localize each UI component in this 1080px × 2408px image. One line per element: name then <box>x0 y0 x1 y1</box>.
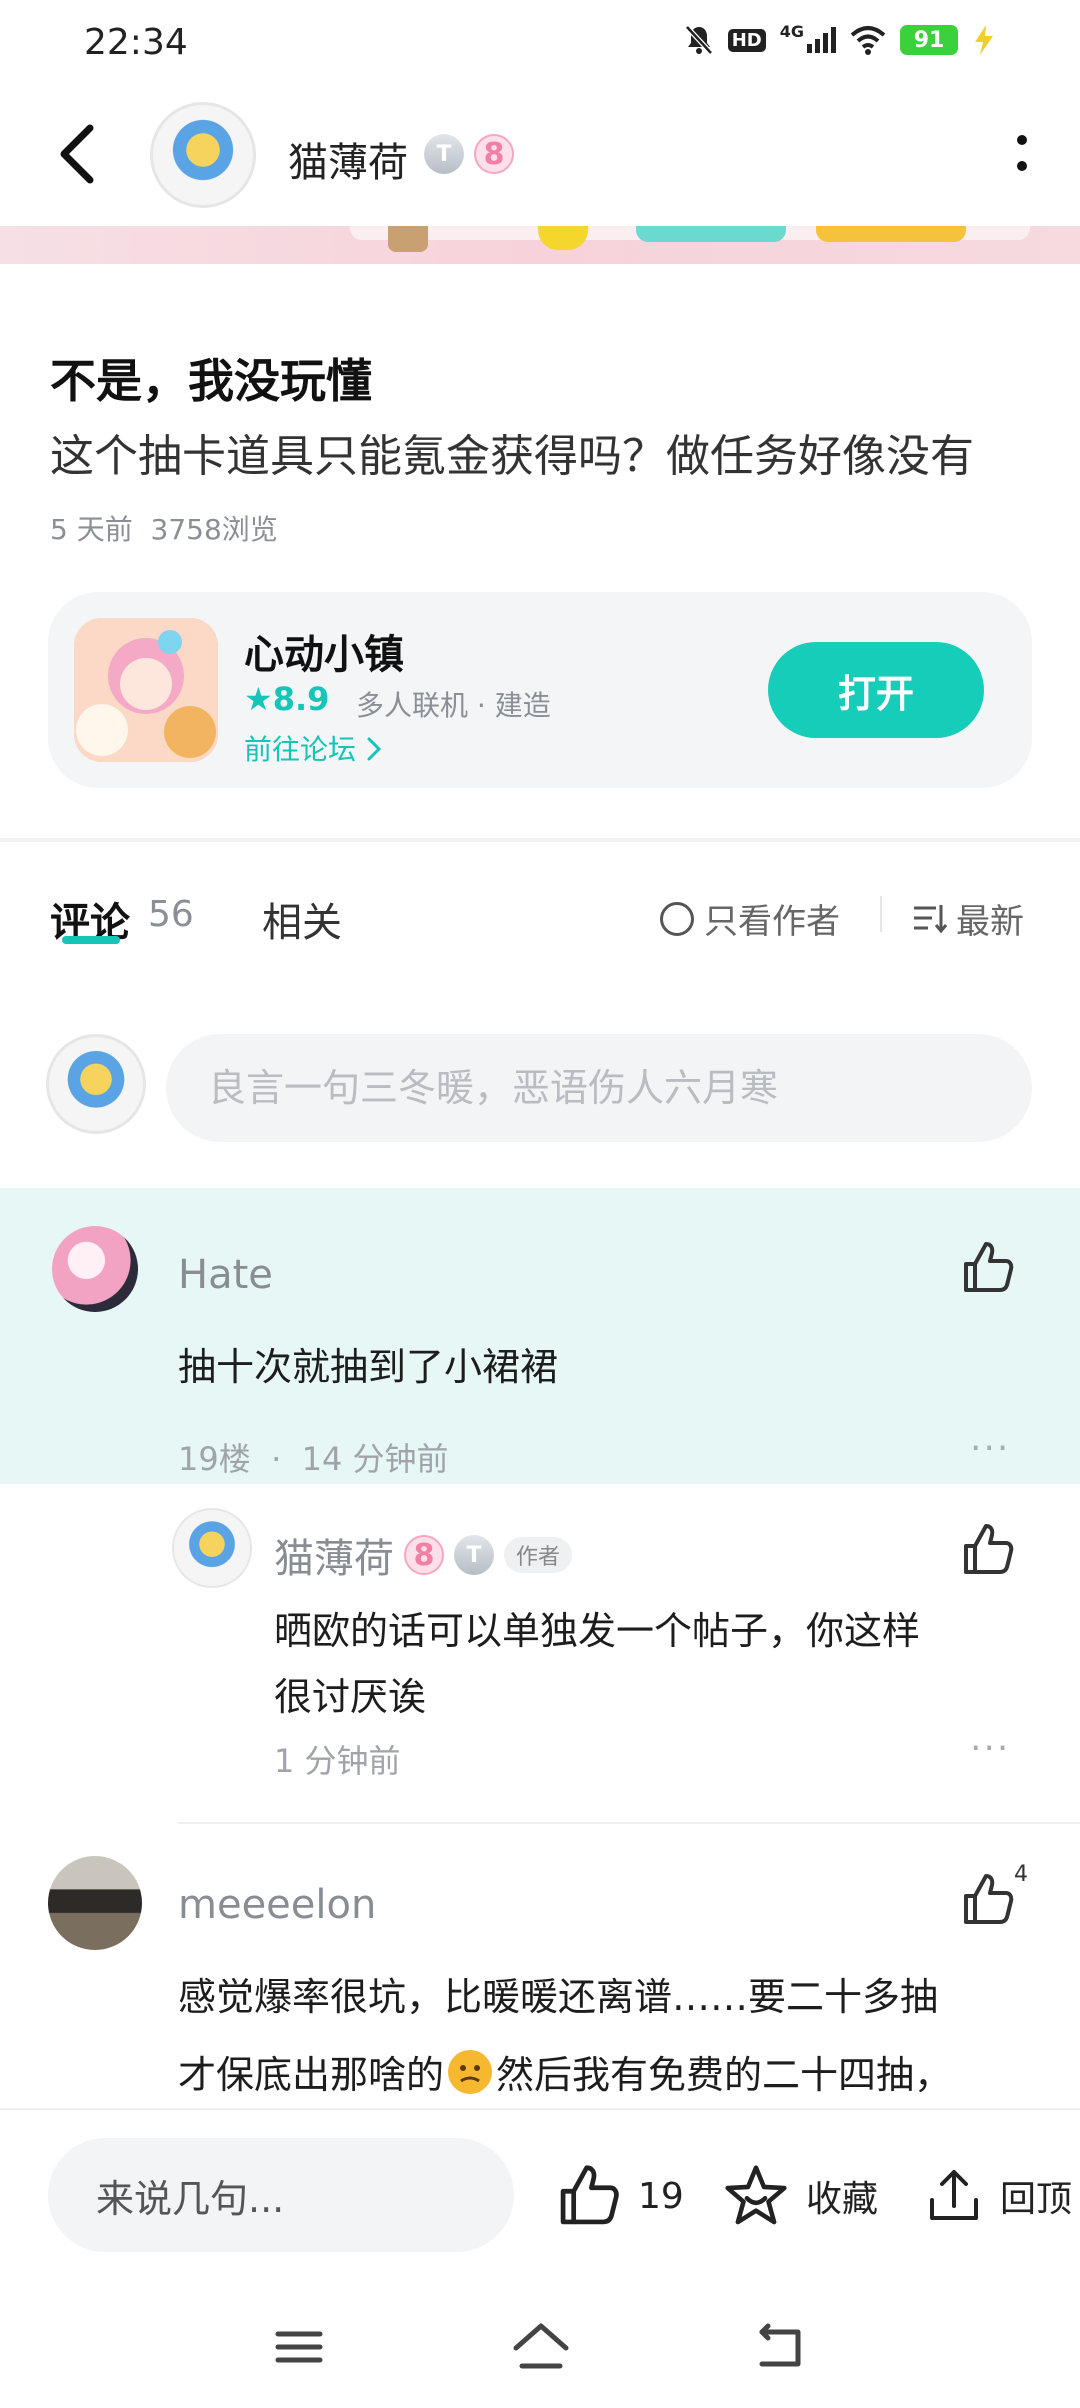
like-count: 4 <box>1014 1862 1028 1887</box>
star-icon: ★ <box>244 680 273 718</box>
app-rating: ★8.9 <box>244 680 330 718</box>
nav-back-button[interactable] <box>746 2312 816 2382</box>
app-name[interactable]: 心动小镇 <box>244 622 404 680</box>
chevron-right-icon <box>365 733 383 766</box>
post-title: 不是，我没玩懂 <box>50 354 372 408</box>
thumbs-up-icon <box>964 1874 1014 1924</box>
status-icons: HD 4G 91 <box>684 22 996 58</box>
section-divider <box>0 838 1080 842</box>
t-badge: T <box>424 134 464 174</box>
angry-emoji-icon <box>448 2049 493 2094</box>
more-vertical-icon <box>1017 135 1027 171</box>
back-to-top-button[interactable]: 回顶 <box>924 2156 1072 2236</box>
comment-text: 抽十次就抽到了小裙裙 <box>178 1345 559 1389</box>
like-button[interactable] <box>960 1240 1016 1296</box>
bottom-comment-input[interactable]: 来说几句... <box>48 2138 514 2252</box>
app-tags: 多人联机 · 建造 <box>356 689 551 722</box>
author-badges: T 8 <box>424 134 514 174</box>
thumbs-up-icon <box>964 1524 1014 1574</box>
post-time: 5 天前 <box>50 513 133 546</box>
bottom-divider <box>0 2108 1080 2110</box>
comment-input[interactable] <box>166 1034 1032 1142</box>
banner-strip <box>0 226 1080 264</box>
nav-menu-button[interactable] <box>264 2312 334 2382</box>
reply-more-button[interactable]: ··· <box>970 1728 1010 1769</box>
author-avatar[interactable] <box>150 102 256 208</box>
reply-text-line-2: 很讨厌诶 <box>274 1675 427 1719</box>
charging-icon <box>972 22 996 58</box>
reply-author-avatar[interactable] <box>172 1508 252 1588</box>
menu-icon <box>275 2331 323 2363</box>
home-icon <box>513 2323 569 2369</box>
tab-separator <box>880 896 882 932</box>
commenter-avatar[interactable] <box>48 1856 142 1950</box>
comment-meta: 19楼 · 14 分钟前 <box>178 1440 449 1478</box>
commenter-name[interactable]: Hate <box>178 1252 273 1298</box>
current-user-avatar <box>46 1034 146 1134</box>
comment-text-line-2: 才保底出那啥的 然后我有免费的二十四抽， <box>178 2044 952 2099</box>
active-tab-indicator <box>62 936 120 944</box>
forum-link[interactable]: 前往论坛 <box>244 728 383 768</box>
level-badge: 8 <box>474 134 514 174</box>
reply-author-name[interactable]: 猫薄荷 <box>274 1526 394 1584</box>
tab-comments-count: 56 <box>148 894 194 935</box>
thumbs-up-icon <box>964 1242 1014 1292</box>
comment-text-line-1: 感觉爆率很坑，比暖暖还离谱……要二十多抽 <box>178 1975 939 2019</box>
status-time: 22:34 <box>84 22 188 63</box>
sort-icon <box>914 904 948 933</box>
signal-4g-icon: 4G <box>780 22 836 58</box>
mute-bell-icon <box>684 22 714 58</box>
post-like-button[interactable]: 19 <box>556 2156 684 2236</box>
app-icon[interactable] <box>74 618 218 762</box>
post-views: 3758浏览 <box>150 513 278 546</box>
reply-text-line-1: 晒欧的话可以单独发一个帖子，你这样 <box>274 1609 921 1653</box>
hd-icon: HD <box>727 22 766 58</box>
reply-time: 1 分钟前 <box>274 1742 401 1780</box>
post-body: 这个抽卡道具只能氪金获得吗？做任务好像没有 <box>50 431 974 482</box>
back-arrow-icon <box>60 124 94 184</box>
wifi-icon <box>850 22 886 58</box>
upload-arrow-icon <box>930 2170 978 2220</box>
comment-divider <box>178 1822 1080 1824</box>
app-character-icon <box>74 618 218 762</box>
nav-home-button[interactable] <box>506 2312 576 2382</box>
tab-related[interactable]: 相关 <box>262 890 342 948</box>
level-badge: 8 <box>404 1535 444 1575</box>
sort-button[interactable]: 最新 <box>912 894 1024 943</box>
commenter-avatar[interactable] <box>52 1226 138 1312</box>
comment-more-button[interactable]: ··· <box>970 1428 1010 1469</box>
reply-like-button[interactable] <box>960 1522 1016 1578</box>
post-meta: 5 天前 3758浏览 <box>50 508 278 548</box>
thumbs-up-icon <box>560 2165 619 2225</box>
commenter-name[interactable]: meeeelon <box>178 1882 376 1928</box>
open-app-button[interactable]: 打开 <box>768 642 984 738</box>
radio-circle-icon <box>660 901 694 936</box>
collect-button[interactable]: 收藏 <box>722 2156 878 2236</box>
more-options-button[interactable] <box>1010 130 1034 180</box>
battery-indicator: 91 <box>900 25 958 55</box>
author-tag: 作者 <box>504 1537 573 1573</box>
author-only-toggle[interactable]: 只看作者 <box>660 894 840 943</box>
author-name[interactable]: 猫薄荷 <box>288 130 408 188</box>
t-badge: T <box>454 1535 494 1575</box>
star-outline-icon <box>725 2165 787 2225</box>
back-button[interactable] <box>50 118 110 190</box>
back-nav-icon <box>759 2323 801 2367</box>
reply-header: 猫薄荷 8 T 作者 <box>274 1526 573 1584</box>
like-button[interactable] <box>960 1872 1016 1928</box>
